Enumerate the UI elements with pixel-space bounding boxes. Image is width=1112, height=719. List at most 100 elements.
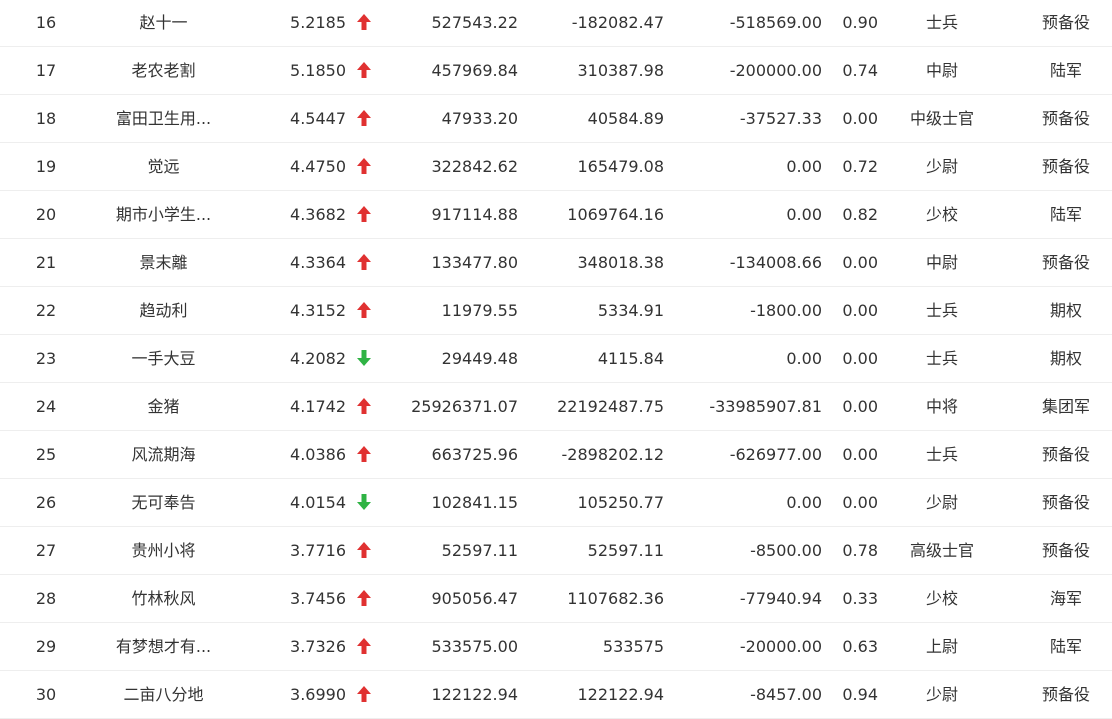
value-2-cell: 52597.11 (587, 541, 664, 560)
trend-cell (352, 479, 376, 526)
value-2-cell: 4115.84 (597, 349, 664, 368)
trader-name-link[interactable]: 无可奉告 (96, 479, 231, 526)
table-row[interactable]: 19 觉远 4.4750 322842.62 165479.08 0.00 0.72 少尉 预备… (0, 143, 1112, 191)
value-1-cell: 122122.94 (431, 685, 518, 704)
value-3-cell: -33985907.81 (709, 397, 822, 416)
trader-name-link[interactable]: 老农老割 (96, 47, 231, 94)
score-cell: 4.4750 (290, 157, 346, 176)
value-2-cell: -2898202.12 (561, 445, 664, 464)
value-2-cell: 533575 (602, 637, 664, 656)
value-1-cell: 102841.15 (431, 493, 518, 512)
corps-cell: 集团军 (1041, 397, 1090, 416)
table-row[interactable]: 17 老农老割 5.1850 457969.84 310387.98 -200000.00… (0, 47, 1112, 95)
value-3-cell: -77940.94 (739, 589, 822, 608)
value-3-cell: 0.00 (786, 349, 822, 368)
table-row[interactable]: 18 富田卫生用... 4.5447 47933.20 40584.89 -37527.3… (0, 95, 1112, 143)
value-3-cell: -20000.00 (739, 637, 822, 656)
table-row[interactable]: 23 一手大豆 4.2082 29449.48 4115.84 0.00 0.00 士兵 期权 (0, 335, 1112, 383)
rank-cell: 18 (35, 109, 57, 128)
arrow-up-icon (357, 301, 371, 320)
trader-name-link[interactable]: 富田卫生用... (96, 95, 231, 142)
trend-cell (352, 239, 376, 286)
rank-cell: 16 (35, 13, 57, 32)
arrow-up-icon (357, 589, 371, 608)
trader-name-link[interactable]: 趋动利 (96, 287, 231, 334)
table-row[interactable]: 26 无可奉告 4.0154 102841.15 105250.77 0.00 0.00 少尉… (0, 479, 1112, 527)
corps-cell: 陆军 (1049, 61, 1082, 80)
corps-cell: 预备役 (1041, 541, 1090, 560)
ratio-cell: 0.82 (842, 205, 878, 224)
military-rank-cell: 士兵 (925, 301, 958, 320)
ratio-cell: 0.00 (842, 349, 878, 368)
value-1-cell: 917114.88 (431, 205, 518, 224)
score-cell: 4.3682 (290, 205, 346, 224)
value-1-cell: 29449.48 (441, 349, 518, 368)
trader-name-link[interactable]: 期市小学生... (96, 191, 231, 238)
trader-name-link[interactable]: 贵州小将 (96, 527, 231, 574)
military-rank-cell: 少尉 (925, 493, 958, 512)
rank-cell: 23 (35, 349, 57, 368)
table-row[interactable]: 22 趋动利 4.3152 11979.55 5334.91 -1800.00 0.00 士兵… (0, 287, 1112, 335)
score-cell: 4.1742 (290, 397, 346, 416)
corps-cell: 预备役 (1041, 445, 1090, 464)
table-row[interactable]: 29 有梦想才有... 3.7326 533575.00 533575 -20000.00… (0, 623, 1112, 671)
value-1-cell: 11979.55 (441, 301, 518, 320)
table-row[interactable]: 16 赵十一 5.2185 527543.22 -182082.47 -518569.00… (0, 0, 1112, 47)
military-rank-cell: 中级士官 (909, 109, 974, 128)
value-2-cell: 105250.77 (577, 493, 664, 512)
table-row[interactable]: 27 贵州小将 3.7716 52597.11 52597.11 -8500.00 0.78… (0, 527, 1112, 575)
rank-cell: 22 (35, 301, 57, 320)
military-rank-cell: 少尉 (925, 157, 958, 176)
trader-name-link[interactable]: 有梦想才有... (96, 623, 231, 670)
value-2-cell: 40584.89 (587, 109, 664, 128)
trader-name-link[interactable]: 赵十一 (96, 0, 231, 46)
rank-cell: 20 (35, 205, 57, 224)
table-row[interactable]: 30 二亩八分地 3.6990 122122.94 122122.94 -8457.00 0… (0, 671, 1112, 719)
trader-name-link[interactable]: 竹林秋风 (96, 575, 231, 622)
ratio-cell: 0.74 (842, 61, 878, 80)
trader-name-link[interactable]: 风流期海 (96, 431, 231, 478)
value-2-cell: -182082.47 (571, 13, 664, 32)
trader-name-link[interactable]: 一手大豆 (96, 335, 231, 382)
ratio-cell: 0.78 (842, 541, 878, 560)
ratio-cell: 0.33 (842, 589, 878, 608)
trader-name-link[interactable]: 景末離 (96, 239, 231, 286)
table-row[interactable]: 25 风流期海 4.0386 663725.96 -2898202.12 -626977.… (0, 431, 1112, 479)
corps-cell: 预备役 (1041, 685, 1090, 704)
value-2-cell: 5334.91 (597, 301, 664, 320)
trend-cell (352, 47, 376, 94)
value-3-cell: -1800.00 (750, 301, 822, 320)
trader-name-link[interactable]: 二亩八分地 (96, 671, 231, 718)
table-row[interactable]: 21 景末離 4.3364 133477.80 348018.38 -134008.66 0… (0, 239, 1112, 287)
trader-name-link[interactable]: 觉远 (96, 143, 231, 190)
rank-cell: 24 (35, 397, 57, 416)
table-row[interactable]: 28 竹林秋风 3.7456 905056.47 1107682.36 -77940.94… (0, 575, 1112, 623)
ratio-cell: 0.90 (842, 13, 878, 32)
trader-name-link[interactable]: 金猪 (96, 383, 231, 430)
military-rank-cell: 中将 (925, 397, 958, 416)
arrow-up-icon (357, 541, 371, 560)
value-3-cell: -37527.33 (739, 109, 822, 128)
arrow-up-icon (357, 685, 371, 704)
corps-cell: 期权 (1049, 349, 1082, 368)
value-1-cell: 533575.00 (431, 637, 518, 656)
arrow-up-icon (357, 157, 371, 176)
score-cell: 3.7716 (290, 541, 346, 560)
corps-cell: 陆军 (1049, 205, 1082, 224)
military-rank-cell: 少校 (925, 589, 958, 608)
rank-cell: 29 (35, 637, 57, 656)
value-3-cell: 0.00 (786, 493, 822, 512)
table-row[interactable]: 20 期市小学生... 4.3682 917114.88 1069764.16 0.00 0… (0, 191, 1112, 239)
corps-cell: 期权 (1049, 301, 1082, 320)
rank-cell: 19 (35, 157, 57, 176)
value-1-cell: 52597.11 (441, 541, 518, 560)
trend-cell (352, 671, 376, 718)
military-rank-cell: 中尉 (925, 61, 958, 80)
value-1-cell: 322842.62 (431, 157, 518, 176)
value-3-cell: 0.00 (786, 205, 822, 224)
value-1-cell: 905056.47 (431, 589, 518, 608)
value-1-cell: 663725.96 (431, 445, 518, 464)
table-row[interactable]: 24 金猪 4.1742 25926371.07 22192487.75 -3398590… (0, 383, 1112, 431)
value-1-cell: 527543.22 (431, 13, 518, 32)
rank-cell: 21 (35, 253, 57, 272)
